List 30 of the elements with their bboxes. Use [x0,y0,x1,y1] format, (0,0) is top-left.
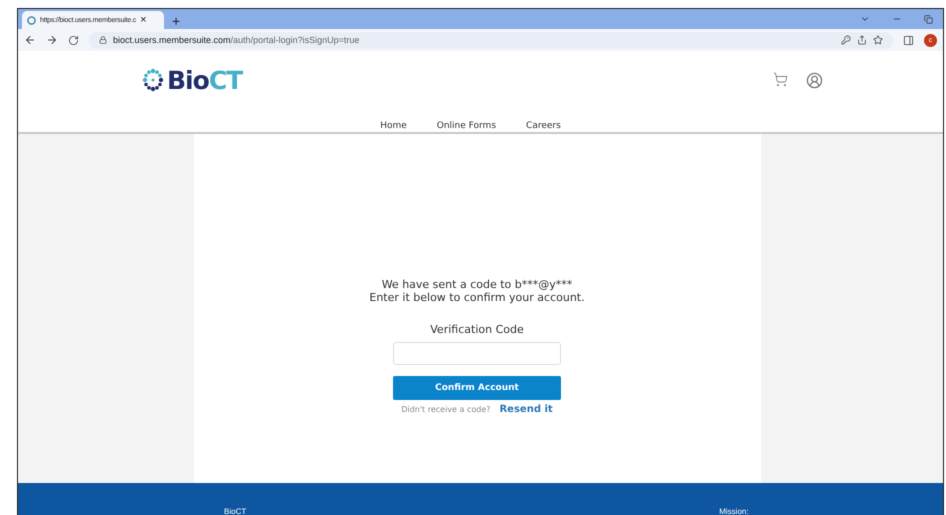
site-icon [27,16,36,24]
field-label: Verification Code [430,323,524,336]
side-panel-icon[interactable] [903,34,914,46]
address-bar[interactable]: bioct.users.membersuite.com/auth/portal-login?isSignUp=true [89,32,893,48]
logo[interactable]: BioCT [142,66,242,94]
cart-icon[interactable] [773,72,788,86]
reload-icon[interactable] [68,34,79,46]
user-icon[interactable] [806,72,823,88]
new-tab-button[interactable]: + [172,14,180,28]
share-icon[interactable] [857,35,867,45]
star-icon[interactable] [873,35,883,45]
nav-link[interactable]: Online Forms [436,121,496,131]
back-icon[interactable] [24,34,36,46]
sent-message: We have sent a code to b***@y*** Enter it below to confirm your account. [369,278,585,304]
verification-code-field[interactable] [393,342,561,365]
resend-prompt: Didn't receive a code? [401,405,490,414]
logo-text: BioCT [167,66,242,94]
close-icon[interactable]: × [140,14,147,26]
url-text: bioct.users.membersuite.com/auth/portal-login?isSignUp=true [113,35,360,45]
nav-link[interactable]: Home [380,121,407,131]
resend-link[interactable]: Resend it [499,404,553,415]
restore-icon[interactable] [924,14,933,24]
dots-logo-icon [142,67,164,93]
forward-icon[interactable] [46,34,58,46]
lock-icon [99,36,107,44]
footer-heading: BioCT [224,508,246,515]
key-icon[interactable] [841,35,851,45]
footer-heading: Mission: [719,508,749,515]
nav-link[interactable]: Careers [526,121,561,131]
confirm-account-button[interactable]: Confirm Account [393,376,561,400]
